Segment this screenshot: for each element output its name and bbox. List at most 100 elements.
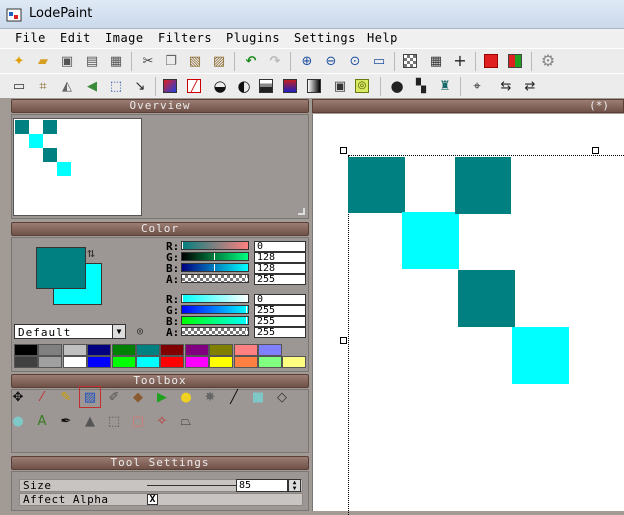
canvas-tab-label[interactable]: (*) xyxy=(589,100,609,112)
palette-select[interactable]: Default ▼ xyxy=(14,324,126,339)
menu-settings[interactable]: Settings xyxy=(294,31,356,45)
secondary-blue-value[interactable]: 255 xyxy=(254,316,306,327)
invert-icon[interactable]: ◐ xyxy=(235,77,253,95)
undo-icon[interactable]: ↶ xyxy=(242,52,260,70)
zoom-fit-icon[interactable]: ⊙ xyxy=(346,52,364,70)
palette-swatch[interactable] xyxy=(258,356,282,368)
primary-color-swatch[interactable] xyxy=(36,247,86,289)
settings-gear-icon[interactable]: ⚙ xyxy=(539,52,557,70)
primary-red-value[interactable]: 0 xyxy=(254,241,306,252)
primary-green-value[interactable]: 128 xyxy=(254,252,306,263)
lasso-icon[interactable]: ◇ xyxy=(272,387,292,407)
crosshair-icon[interactable]: + xyxy=(451,52,469,70)
palette-swatch[interactable] xyxy=(62,344,87,356)
palette-swatch[interactable] xyxy=(62,356,87,368)
fit-selection-icon[interactable]: ⬚ xyxy=(107,77,125,95)
palette-swatch[interactable] xyxy=(14,356,38,368)
triangle-icon[interactable]: ▲ xyxy=(80,411,100,431)
palette-swatch[interactable] xyxy=(258,344,282,356)
grid-icon[interactable]: ▦ xyxy=(427,52,445,70)
pixelate-icon[interactable]: ▚ xyxy=(412,77,430,95)
menu-plugins[interactable]: Plugins xyxy=(226,31,280,45)
palette-swatch[interactable] xyxy=(209,356,234,368)
cut-icon[interactable]: ✂ xyxy=(139,52,157,70)
color-panel-title[interactable]: Color xyxy=(11,222,309,236)
menu-edit[interactable]: Edit xyxy=(60,31,91,45)
tool-settings-panel-title[interactable]: Tool Settings xyxy=(11,456,309,470)
paste-icon[interactable]: ▧ xyxy=(186,52,204,70)
grayscale-icon[interactable] xyxy=(283,79,297,93)
red-square-icon[interactable] xyxy=(484,54,498,68)
redo-icon[interactable]: ↷ xyxy=(266,52,284,70)
palette-swatch[interactable] xyxy=(38,344,63,356)
palette-swatch[interactable] xyxy=(282,356,307,368)
color-picker-icon[interactable]: ✐ xyxy=(104,387,124,407)
pencil-icon[interactable]: ✎ xyxy=(56,387,76,407)
selection-rect-icon[interactable]: ⬚ xyxy=(104,411,124,431)
secondary-alpha-slider-marker[interactable] xyxy=(246,328,247,335)
secondary-alpha-value[interactable]: 255 xyxy=(254,327,306,338)
plugin-icon[interactable]: ◎ xyxy=(355,79,369,93)
lightbulb-icon[interactable]: ● xyxy=(176,387,196,407)
rectangle-icon[interactable]: ■ xyxy=(248,387,268,407)
palette-swatch[interactable] xyxy=(209,344,234,356)
secondary-blue-slider[interactable] xyxy=(181,316,249,325)
overview-thumbnail[interactable] xyxy=(13,118,142,216)
flip-horizontal-icon[interactable]: ◭ xyxy=(58,77,76,95)
new-file-icon[interactable]: ✦ xyxy=(10,52,28,70)
palette-swatch[interactable] xyxy=(233,344,258,356)
primary-alpha-value[interactable]: 255 xyxy=(254,274,306,285)
rotate-left-icon[interactable]: ⌖ xyxy=(468,77,486,95)
size-value-field[interactable]: 85 xyxy=(236,479,288,492)
copy-icon[interactable]: ❐ xyxy=(162,52,180,70)
alpha-icon[interactable] xyxy=(307,79,321,93)
paste-special-icon[interactable]: ▨ xyxy=(210,52,228,70)
save-icon[interactable]: ▣ xyxy=(58,52,76,70)
primary-blue-slider[interactable] xyxy=(181,263,249,272)
zoom-in-icon[interactable]: ⊕ xyxy=(298,52,316,70)
palette-swatch[interactable] xyxy=(160,356,185,368)
primary-blue-value[interactable]: 128 xyxy=(254,263,306,274)
arrow-diagonal-icon[interactable]: ↘ xyxy=(131,77,149,95)
size-spinner[interactable]: ▲ ▼ xyxy=(288,479,301,492)
menu-file[interactable]: File xyxy=(15,31,46,45)
eyedropper-icon[interactable]: ⁄ xyxy=(32,387,52,407)
primary-blue-slider-marker[interactable] xyxy=(214,264,215,271)
palette-swatch[interactable] xyxy=(136,356,160,368)
open-folder-icon[interactable]: ▰ xyxy=(34,52,52,70)
spray-icon[interactable]: ✸ xyxy=(200,387,220,407)
resize-grip-icon[interactable] xyxy=(298,208,305,215)
flag-icon[interactable]: ▶ xyxy=(152,387,172,407)
ellipse-icon[interactable]: ● xyxy=(8,411,28,431)
eraser-icon[interactable]: ◆ xyxy=(128,387,148,407)
save-all-icon[interactable]: ▦ xyxy=(107,52,125,70)
palette-swatch[interactable] xyxy=(38,356,63,368)
menu-help[interactable]: Help xyxy=(367,31,398,45)
secondary-red-slider[interactable] xyxy=(181,294,249,303)
text-icon[interactable]: A xyxy=(32,411,52,431)
save-as-icon[interactable]: ▤ xyxy=(83,52,101,70)
palette-swatch[interactable] xyxy=(160,344,185,356)
contrast-icon[interactable]: ◒ xyxy=(211,77,229,95)
palette-swatch[interactable] xyxy=(111,356,136,368)
line-icon[interactable]: ╱ xyxy=(224,387,244,407)
toolbox-panel-title[interactable]: Toolbox xyxy=(11,374,309,388)
palette-swatch[interactable] xyxy=(111,344,136,356)
primary-alpha-slider[interactable] xyxy=(181,274,249,283)
magic-wand-icon[interactable]: ✧ xyxy=(152,411,172,431)
transform-icon[interactable]: ♜ xyxy=(436,77,454,95)
palette-swatch[interactable] xyxy=(184,356,209,368)
select-all-icon[interactable]: ▭ xyxy=(10,77,28,95)
primary-red-slider-marker[interactable] xyxy=(182,242,183,249)
secondary-red-slider-marker[interactable] xyxy=(182,295,183,302)
secondary-alpha-slider[interactable] xyxy=(181,327,249,336)
chevron-down-icon[interactable]: ▼ xyxy=(112,325,125,338)
palette-swatch[interactable] xyxy=(87,344,112,356)
crop-icon[interactable]: ⌗ xyxy=(34,77,52,95)
secondary-green-value[interactable]: 255 xyxy=(254,305,306,316)
gradient-map-icon[interactable] xyxy=(259,79,273,93)
resize-handle-top-left[interactable] xyxy=(340,147,347,154)
palette-swatch[interactable] xyxy=(14,344,38,356)
rotate-right-icon[interactable]: ⇄ xyxy=(521,77,539,95)
primary-green-slider[interactable] xyxy=(181,252,249,261)
